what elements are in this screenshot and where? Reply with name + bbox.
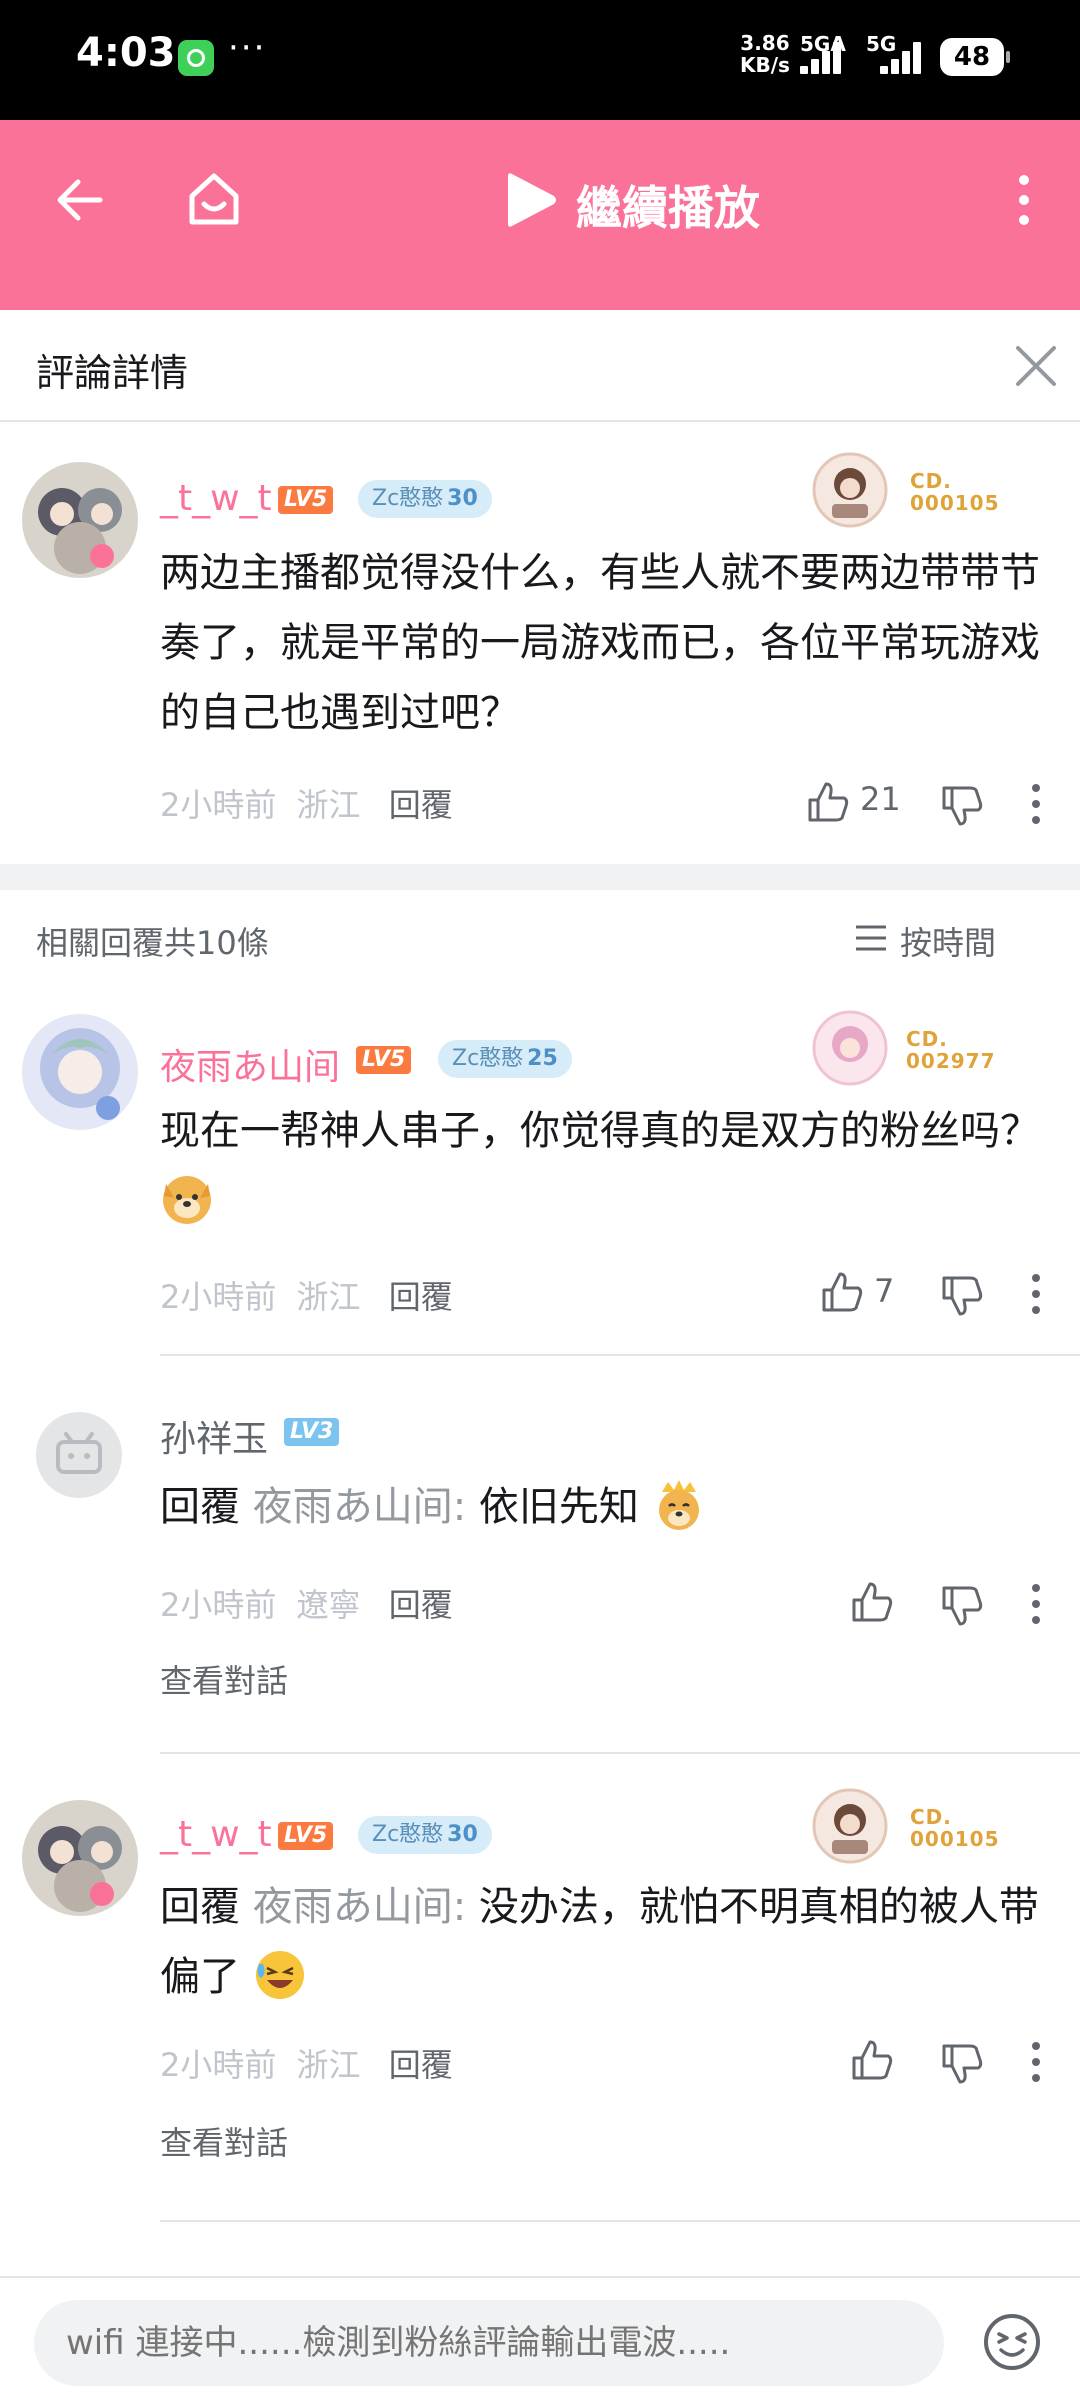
like-count: 21 — [860, 780, 901, 818]
fan-card-icon[interactable] — [812, 1788, 888, 1864]
dislike-icon[interactable] — [940, 2042, 984, 2086]
fan-card-icon[interactable] — [812, 1010, 888, 1086]
username[interactable]: 夜雨あ山间 — [160, 1038, 340, 1090]
level-badge: LV5 — [278, 486, 334, 514]
back-arrow-icon[interactable] — [50, 170, 110, 230]
section-separator — [0, 864, 1080, 890]
comment-location: 浙江 — [296, 786, 361, 824]
comment-meta: 2小時前 浙江 回覆 — [160, 2040, 453, 2086]
more-vertical-icon[interactable] — [1030, 782, 1042, 826]
comment-detail-header: 評論詳情 — [0, 310, 1080, 422]
comment-text: 回覆 夜雨あ山间: 依旧先知 — [160, 1472, 1050, 1542]
laughing-tears-emoji-icon — [255, 1951, 304, 1999]
continue-play-title[interactable]: 繼續播放 — [576, 172, 760, 238]
fan-medal-level: 25 — [527, 1046, 558, 1071]
app-notification-icon — [178, 40, 214, 76]
fan-card-id: CD. 000105 — [910, 469, 1000, 515]
sort-label: 按時間 — [900, 924, 997, 962]
avatar[interactable] — [36, 1412, 122, 1498]
reply-prefix: 回覆 — [160, 1484, 240, 1530]
fan-medal[interactable]: Zc憨憨 30 — [358, 480, 492, 518]
comment-time: 2小時前 — [160, 786, 277, 824]
fan-medal-level: 30 — [447, 486, 478, 511]
status-time: 4:03 — [76, 30, 176, 76]
fan-medal-name: Zc憨憨 — [372, 486, 444, 511]
username[interactable]: _t_w_t — [160, 478, 272, 519]
more-vertical-icon[interactable] — [1030, 2040, 1042, 2084]
top-bar: 繼續播放 — [0, 120, 1080, 310]
comment-time: 2小時前 — [160, 1586, 277, 1624]
reply-prefix: 回覆 — [160, 1884, 240, 1930]
dislike-icon[interactable] — [940, 1584, 984, 1628]
comment-location: 浙江 — [296, 1278, 361, 1316]
level-badge: LV5 — [278, 1822, 334, 1850]
view-conversation-link[interactable]: 查看對話 — [160, 2118, 288, 2164]
view-conversation-link[interactable]: 查看對話 — [160, 1656, 288, 1702]
avatar[interactable] — [22, 1014, 138, 1130]
comment-text: 现在一帮神人串子，你觉得真的是双方的粉丝吗？ — [160, 1096, 1050, 1236]
more-notifications-icon: ··· — [228, 28, 267, 68]
comment-time: 2小時前 — [160, 2046, 277, 2084]
divider — [160, 1752, 1080, 1754]
comment-text: 回覆 夜雨あ山间: 没办法，就怕不明真相的被人带偏了 — [160, 1884, 1039, 2000]
fan-medal[interactable]: Zc憨憨 25 — [438, 1040, 572, 1078]
play-icon[interactable] — [500, 170, 560, 230]
signal-icon-1 — [800, 42, 846, 74]
username[interactable]: _t_w_t — [160, 1814, 272, 1855]
fan-medal-name: Zc憨憨 — [372, 1822, 444, 1847]
avatar[interactable] — [22, 1800, 138, 1916]
comment-time: 2小時前 — [160, 1278, 277, 1316]
comment-input[interactable] — [34, 2300, 944, 2386]
like-icon[interactable] — [806, 780, 850, 824]
level-badge: LV5 — [356, 1046, 412, 1074]
more-vertical-icon[interactable] — [1030, 1582, 1042, 1626]
doge-emoji-icon — [163, 1176, 211, 1224]
reply-to-user[interactable]: 夜雨あ山间: — [253, 1884, 466, 1930]
comment-location: 浙江 — [296, 2046, 361, 2084]
dislike-icon[interactable] — [940, 1274, 984, 1318]
emoji-button-icon[interactable] — [982, 2312, 1042, 2372]
fan-medal-name: Zc憨憨 — [452, 1046, 524, 1071]
fan-medal[interactable]: Zc憨憨 30 — [358, 1816, 492, 1854]
avatar[interactable] — [22, 462, 138, 578]
close-icon[interactable] — [1014, 344, 1058, 388]
reply-button[interactable]: 回覆 — [389, 1278, 453, 1316]
status-bar: 4:03 ··· 3.86 KB/s 5GA 5G 48 — [0, 0, 1080, 120]
dislike-icon[interactable] — [940, 784, 984, 828]
username[interactable]: 孙祥玉 — [160, 1410, 268, 1462]
divider — [160, 2220, 1080, 2222]
related-replies-count: 相關回覆共10條 — [36, 924, 269, 962]
comment-location: 遼寧 — [296, 1586, 361, 1624]
comment-meta: 2小時前 遼寧 回覆 — [160, 1580, 453, 1626]
comment-detail-title: 評論詳情 — [36, 351, 189, 395]
network-speed: 3.86 KB/s — [740, 31, 790, 77]
like-count: 7 — [874, 1272, 895, 1310]
comment-meta: 2小時前 浙江 回覆 — [160, 780, 453, 826]
more-vertical-icon[interactable] — [1030, 1272, 1042, 1316]
fan-card-id: CD. 000105 — [910, 1805, 1000, 1851]
sort-icon — [856, 925, 886, 951]
sort-by-time-button[interactable]: 按時間 — [856, 918, 997, 964]
reply-button[interactable]: 回覆 — [389, 1586, 453, 1624]
level-badge: LV3 — [284, 1418, 340, 1446]
fan-card-id: CD. 002977 — [906, 1027, 996, 1073]
fan-card-icon[interactable] — [812, 452, 888, 528]
more-vertical-icon[interactable] — [1004, 170, 1044, 230]
like-icon[interactable] — [850, 1580, 894, 1624]
reply-to-user[interactable]: 夜雨あ山间: — [253, 1484, 466, 1530]
comment-text: 两边主播都觉得没什么，有些人就不要两边带带节奏了，就是平常的一局游戏而已，各位平… — [160, 550, 1040, 736]
divider — [160, 1354, 1080, 1356]
doge-crown-emoji-icon — [658, 1480, 699, 1530]
like-icon[interactable] — [850, 2038, 894, 2082]
signal-icon-2 — [880, 42, 926, 74]
like-icon[interactable] — [820, 1270, 864, 1314]
fan-medal-level: 30 — [447, 1822, 478, 1847]
battery-icon: 48 — [940, 38, 1010, 76]
reply-button[interactable]: 回覆 — [389, 2046, 453, 2084]
comment-input-bar — [0, 2276, 1080, 2400]
home-icon[interactable] — [182, 168, 246, 232]
reply-button[interactable]: 回覆 — [389, 786, 453, 824]
comment-meta: 2小時前 浙江 回覆 — [160, 1272, 453, 1318]
